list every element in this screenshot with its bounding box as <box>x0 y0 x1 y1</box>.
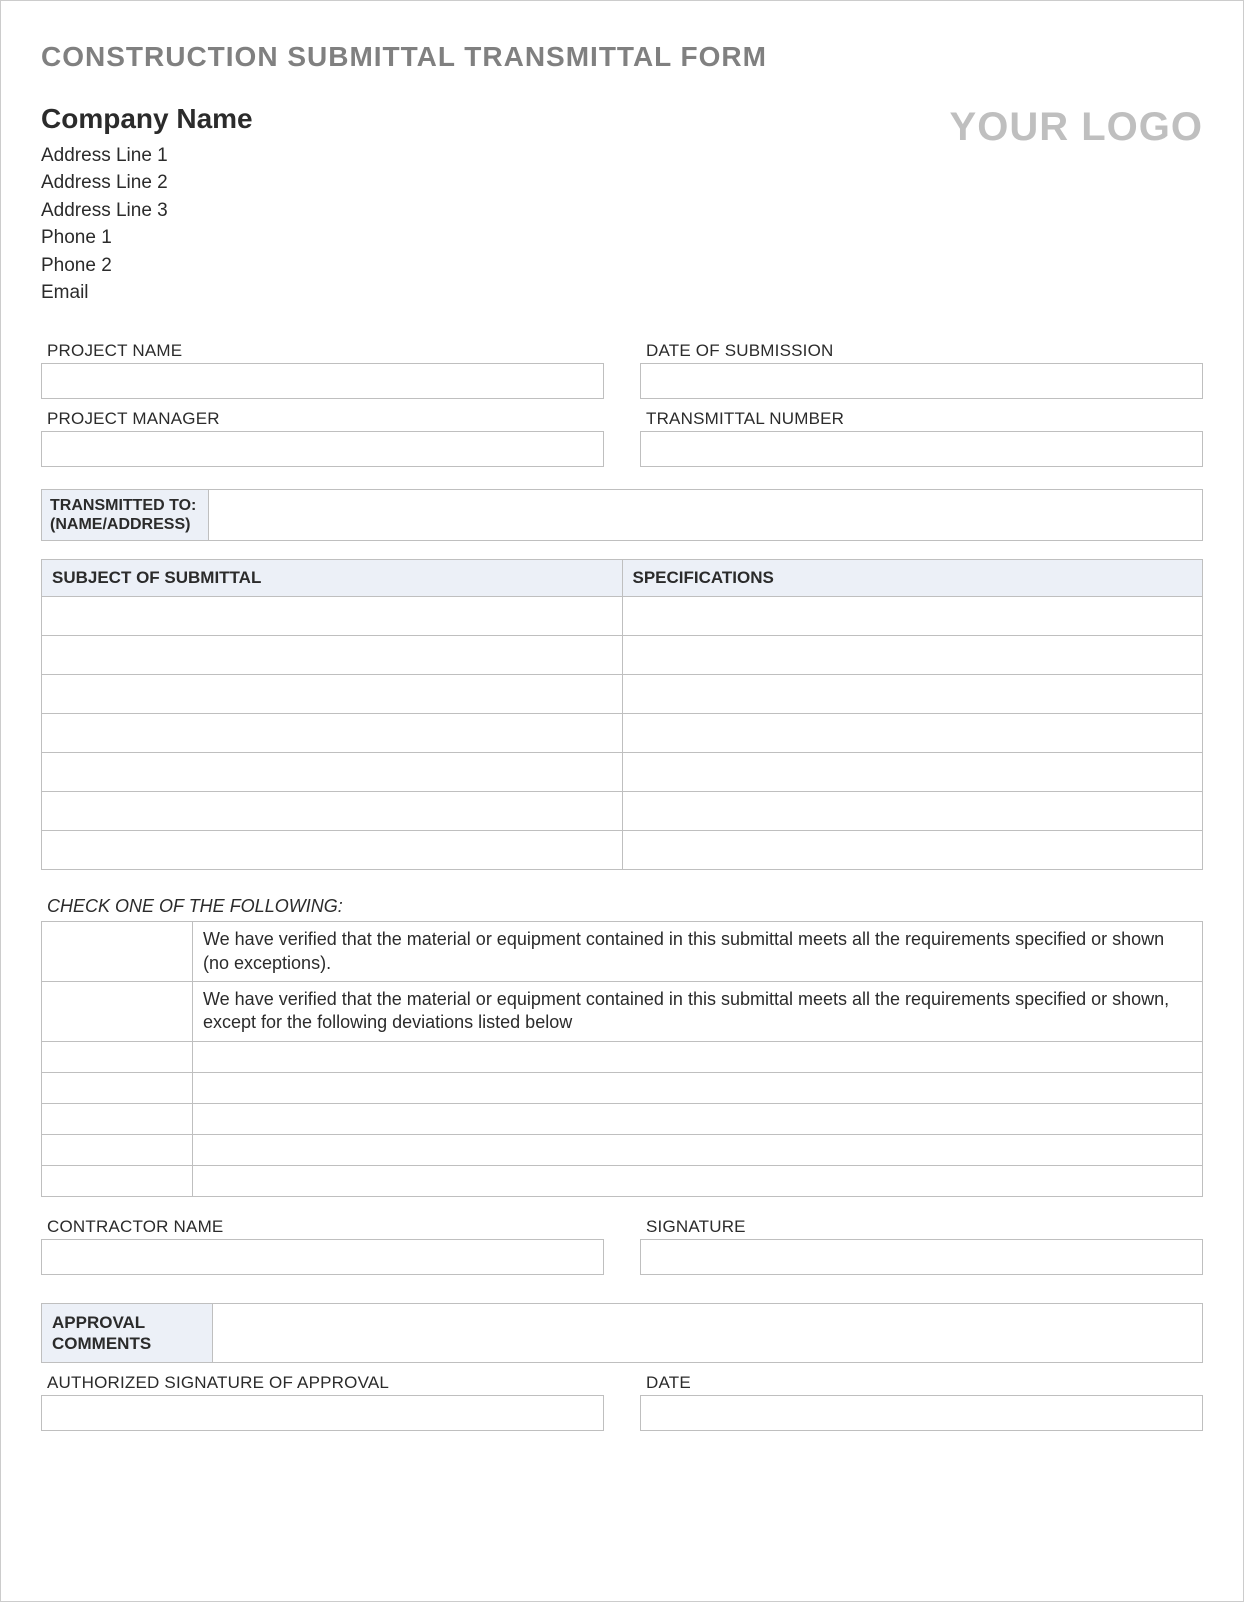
subject-table-header: SUBJECT OF SUBMITTAL SPECIFICATIONS <box>42 560 1202 597</box>
subject-row <box>42 597 1202 636</box>
subject-header-col2: SPECIFICATIONS <box>623 560 1203 596</box>
subject-cell[interactable] <box>42 636 623 674</box>
subject-cell[interactable] <box>42 753 623 791</box>
deviation-row <box>42 1135 1202 1166</box>
approval-comments-bar: APPROVAL COMMENTS <box>41 1303 1203 1364</box>
transmittal-number-input[interactable] <box>640 431 1203 467</box>
subject-cell[interactable] <box>42 714 623 752</box>
subject-header-col1: SUBJECT OF SUBMITTAL <box>42 560 623 596</box>
deviation-input[interactable] <box>192 1042 1202 1072</box>
signature-input[interactable] <box>640 1239 1203 1275</box>
transmitted-to-input[interactable] <box>209 490 1202 540</box>
spec-cell[interactable] <box>623 831 1203 869</box>
deviation-pad <box>42 1166 192 1196</box>
approval-comments-input[interactable] <box>213 1304 1202 1363</box>
deviation-pad <box>42 1073 192 1103</box>
spec-cell[interactable] <box>623 675 1203 713</box>
deviation-input[interactable] <box>192 1073 1202 1103</box>
contractor-name-input[interactable] <box>41 1239 604 1275</box>
spec-cell[interactable] <box>623 753 1203 791</box>
deviation-pad <box>42 1042 192 1072</box>
check-text-2: We have verified that the material or eq… <box>193 982 1202 1041</box>
deviation-input[interactable] <box>192 1104 1202 1134</box>
project-manager-input[interactable] <box>41 431 604 467</box>
company-name: Company Name <box>41 99 253 140</box>
deviation-row <box>42 1104 1202 1135</box>
approval-comments-label: APPROVAL COMMENTS <box>42 1304 213 1363</box>
date-submission-input[interactable] <box>640 363 1203 399</box>
deviation-row <box>42 1042 1202 1073</box>
spec-cell[interactable] <box>623 636 1203 674</box>
transmittal-number-label: TRANSMITTAL NUMBER <box>646 409 1203 429</box>
deviation-pad <box>42 1135 192 1165</box>
subject-row <box>42 753 1202 792</box>
date-label: DATE <box>646 1373 1203 1393</box>
check-option-row-1: We have verified that the material or eq… <box>42 922 1202 982</box>
project-name-input[interactable] <box>41 363 604 399</box>
auth-sig-input[interactable] <box>41 1395 604 1431</box>
deviation-pad <box>42 1104 192 1134</box>
check-option-row-2: We have verified that the material or eq… <box>42 982 1202 1042</box>
row-authsig-date: AUTHORIZED SIGNATURE OF APPROVAL DATE <box>41 1367 1203 1431</box>
project-manager-label: PROJECT MANAGER <box>47 409 604 429</box>
row-project-date: PROJECT NAME DATE OF SUBMISSION <box>41 335 1203 399</box>
date-input[interactable] <box>640 1395 1203 1431</box>
company-phone-1: Phone 1 <box>41 224 253 252</box>
subject-cell[interactable] <box>42 792 623 830</box>
approval-comments-label-2: COMMENTS <box>52 1334 151 1353</box>
subject-row <box>42 714 1202 753</box>
company-email: Email <box>41 279 253 307</box>
date-submission-label: DATE OF SUBMISSION <box>646 341 1203 361</box>
check-box-1[interactable] <box>42 922 193 981</box>
transmitted-to-label: TRANSMITTED TO: (NAME/ADDRESS) <box>42 490 209 540</box>
deviation-input[interactable] <box>192 1135 1202 1165</box>
subject-row <box>42 792 1202 831</box>
check-text-1: We have verified that the material or eq… <box>193 922 1202 981</box>
deviation-input[interactable] <box>192 1166 1202 1196</box>
contractor-name-label: CONTRACTOR NAME <box>47 1217 604 1237</box>
signature-label: SIGNATURE <box>646 1217 1203 1237</box>
check-box-2[interactable] <box>42 982 193 1041</box>
header-row: Company Name Address Line 1 Address Line… <box>41 99 1203 307</box>
check-section-title: CHECK ONE OF THE FOLLOWING: <box>47 896 1203 917</box>
deviation-row <box>42 1073 1202 1104</box>
spec-cell[interactable] <box>623 597 1203 635</box>
company-address-2: Address Line 2 <box>41 169 253 197</box>
transmitted-to-label-1: TRANSMITTED TO: <box>50 497 196 514</box>
subject-row <box>42 636 1202 675</box>
spec-cell[interactable] <box>623 714 1203 752</box>
subject-row <box>42 675 1202 714</box>
deviation-row <box>42 1166 1202 1197</box>
company-block: Company Name Address Line 1 Address Line… <box>41 99 253 307</box>
company-address-3: Address Line 3 <box>41 197 253 225</box>
transmitted-to-label-2: (NAME/ADDRESS) <box>50 516 190 533</box>
form-title: CONSTRUCTION SUBMITTAL TRANSMITTAL FORM <box>41 41 1203 73</box>
subject-cell[interactable] <box>42 597 623 635</box>
spec-cell[interactable] <box>623 792 1203 830</box>
transmitted-to-bar: TRANSMITTED TO: (NAME/ADDRESS) <box>41 489 1203 541</box>
subject-row <box>42 831 1202 870</box>
check-table: We have verified that the material or eq… <box>41 921 1203 1197</box>
subject-cell[interactable] <box>42 831 623 869</box>
row-manager-transmittal: PROJECT MANAGER TRANSMITTAL NUMBER <box>41 403 1203 467</box>
approval-comments-label-1: APPROVAL <box>52 1313 145 1332</box>
logo-placeholder: YOUR LOGO <box>950 105 1203 150</box>
subject-cell[interactable] <box>42 675 623 713</box>
company-phone-2: Phone 2 <box>41 252 253 280</box>
subject-table: SUBJECT OF SUBMITTAL SPECIFICATIONS <box>41 559 1203 870</box>
project-name-label: PROJECT NAME <box>47 341 604 361</box>
row-contractor-signature: CONTRACTOR NAME SIGNATURE <box>41 1211 1203 1275</box>
company-address-1: Address Line 1 <box>41 142 253 170</box>
form-page: CONSTRUCTION SUBMITTAL TRANSMITTAL FORM … <box>0 0 1244 1602</box>
auth-sig-label: AUTHORIZED SIGNATURE OF APPROVAL <box>47 1373 604 1393</box>
